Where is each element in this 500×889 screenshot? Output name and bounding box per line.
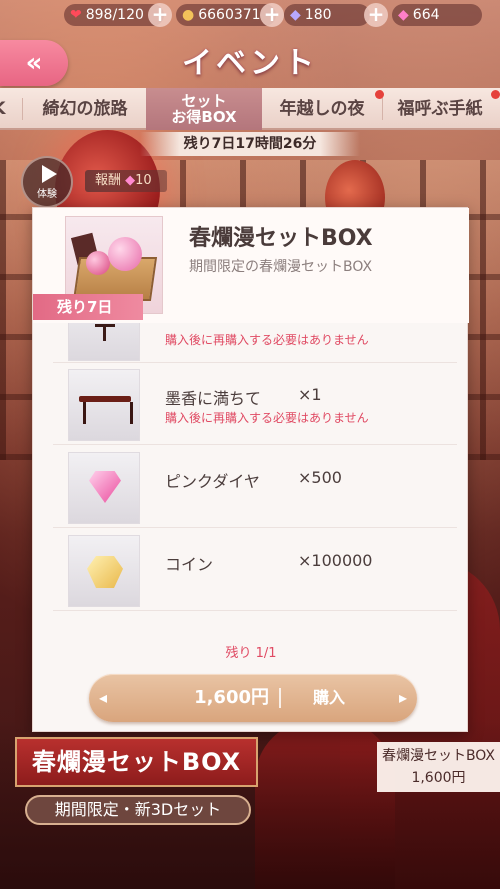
set-box-detail-panel: 残り7日 春爛漫セットBOX 期間限定の春爛漫セットBOX 購入後に再購入する必… xyxy=(32,207,469,732)
pink-diamond-counter: ◆ 664 xyxy=(392,4,482,26)
purchase-remaining: 残り 1/1 xyxy=(225,646,277,661)
panel-title: 春爛漫セットBOX xyxy=(189,226,373,251)
tab-toshikoshi-no-yoru[interactable]: 年越しの夜 xyxy=(266,88,384,130)
play-icon xyxy=(41,165,57,183)
tab-divider xyxy=(382,98,383,120)
item-quantity: ×100000 xyxy=(298,551,373,570)
buy-price: 1,600円 xyxy=(194,687,269,708)
pink-diamond-icon xyxy=(89,471,121,503)
add-stamina-button[interactable]: + xyxy=(148,3,172,27)
side-card-title: 春爛漫セットBOX xyxy=(381,748,496,764)
item-note: 購入後に再購入する必要はありません xyxy=(165,411,369,425)
arrow-left-icon: ◂ xyxy=(99,688,108,707)
tab-label-line2: お得BOX xyxy=(171,108,237,126)
tab-kigen-no-tabiji[interactable]: 綺幻の旅路 xyxy=(28,88,142,130)
side-product-card[interactable]: 春爛漫セットBOX 1,600円 xyxy=(377,742,500,792)
table-icon xyxy=(68,369,140,441)
page-title: イベント xyxy=(182,46,318,81)
item-quantity: ×1 xyxy=(298,385,322,404)
banner-subtitle: 期間限定・新3Dセット xyxy=(25,795,251,825)
buy-divider xyxy=(279,688,281,708)
item-thumbnail xyxy=(68,323,140,361)
blue-diamond-icon: ◆ xyxy=(290,7,301,23)
pink-diamond-value: 664 xyxy=(412,7,440,23)
tab-label: 綺幻の旅路 xyxy=(42,98,128,119)
add-blue-diamond-button[interactable]: + xyxy=(364,3,388,27)
box-ornament-large xyxy=(108,237,142,271)
experience-label: 体験 xyxy=(37,189,57,200)
notification-dot xyxy=(491,90,500,99)
stamina-value: 898/120 xyxy=(85,7,144,23)
tab-label: 福呼ぶ手紙 xyxy=(397,98,483,119)
days-left-ribbon: 残り7日 xyxy=(33,294,143,320)
side-card-price: 1,600円 xyxy=(411,770,466,786)
tab-label: 年越しの夜 xyxy=(279,98,365,119)
item-name: 墨香に満ちて xyxy=(165,389,262,408)
buy-button[interactable]: ◂ 1,600円 購入 ▸ xyxy=(89,674,417,722)
tab-divider xyxy=(22,98,23,120)
header: « イベント xyxy=(0,30,500,86)
tab-bar: K 綺幻の旅路 セット お得BOX 年越しの夜 福呼ぶ手紙 xyxy=(0,88,500,130)
list-item: 購入後に再購入する必要はありません xyxy=(53,323,457,363)
pink-diamond-icon: ◆ xyxy=(398,7,409,23)
banner-title: 春爛漫セットBOX xyxy=(15,737,258,787)
reward-value: 10 xyxy=(135,173,152,188)
blue-diamond-counter: ◆ 180 xyxy=(284,4,370,26)
resource-bar: ❤ 898/120 + ● 6660371 + ◆ 180 + ◆ 664 xyxy=(0,0,500,30)
reward-badge: 報酬 ◆10 xyxy=(85,170,167,192)
tab-previous-partial[interactable]: K xyxy=(0,88,10,130)
event-countdown: 残り7日17時間26分 xyxy=(140,132,360,156)
blue-diamond-value: 180 xyxy=(304,7,332,23)
buy-label: 購入 xyxy=(312,688,345,707)
pink-diamond-icon: ◆ xyxy=(125,173,136,188)
item-thumbnail xyxy=(68,452,140,524)
tab-fuku-yobu-tegami[interactable]: 福呼ぶ手紙 xyxy=(386,88,500,130)
item-note: 購入後に再購入する必要はありません xyxy=(165,333,369,347)
panel-subtitle: 期間限定の春爛漫セットBOX xyxy=(189,259,373,275)
box-ornament xyxy=(86,251,110,275)
cat-coin-icon: ● xyxy=(182,7,195,23)
tab-label: セット xyxy=(181,92,227,110)
coin-icon xyxy=(87,556,123,588)
list-item: 墨香に満ちて ×1 購入後に再購入する必要はありません xyxy=(53,363,457,445)
stand-icon xyxy=(69,324,141,344)
heart-icon: ❤ xyxy=(70,7,82,23)
reward-label: 報酬 xyxy=(95,173,122,188)
arrow-right-icon: ▸ xyxy=(398,688,407,707)
item-name: コイン xyxy=(165,555,214,574)
coin-value: 6660371 xyxy=(198,7,261,23)
list-item: ピンクダイヤ ×500 xyxy=(53,446,457,528)
tab-set-box[interactable]: セット お得BOX xyxy=(146,88,262,130)
list-item: コイン ×100000 xyxy=(53,529,457,611)
item-name: ピンクダイヤ xyxy=(165,472,260,491)
add-coin-button[interactable]: + xyxy=(260,3,284,27)
item-thumbnail xyxy=(68,535,140,607)
panel-header: 残り7日 春爛漫セットBOX 期間限定の春爛漫セットBOX xyxy=(33,208,469,323)
item-quantity: ×500 xyxy=(298,468,342,487)
experience-play-button[interactable]: 体験 xyxy=(21,156,73,208)
